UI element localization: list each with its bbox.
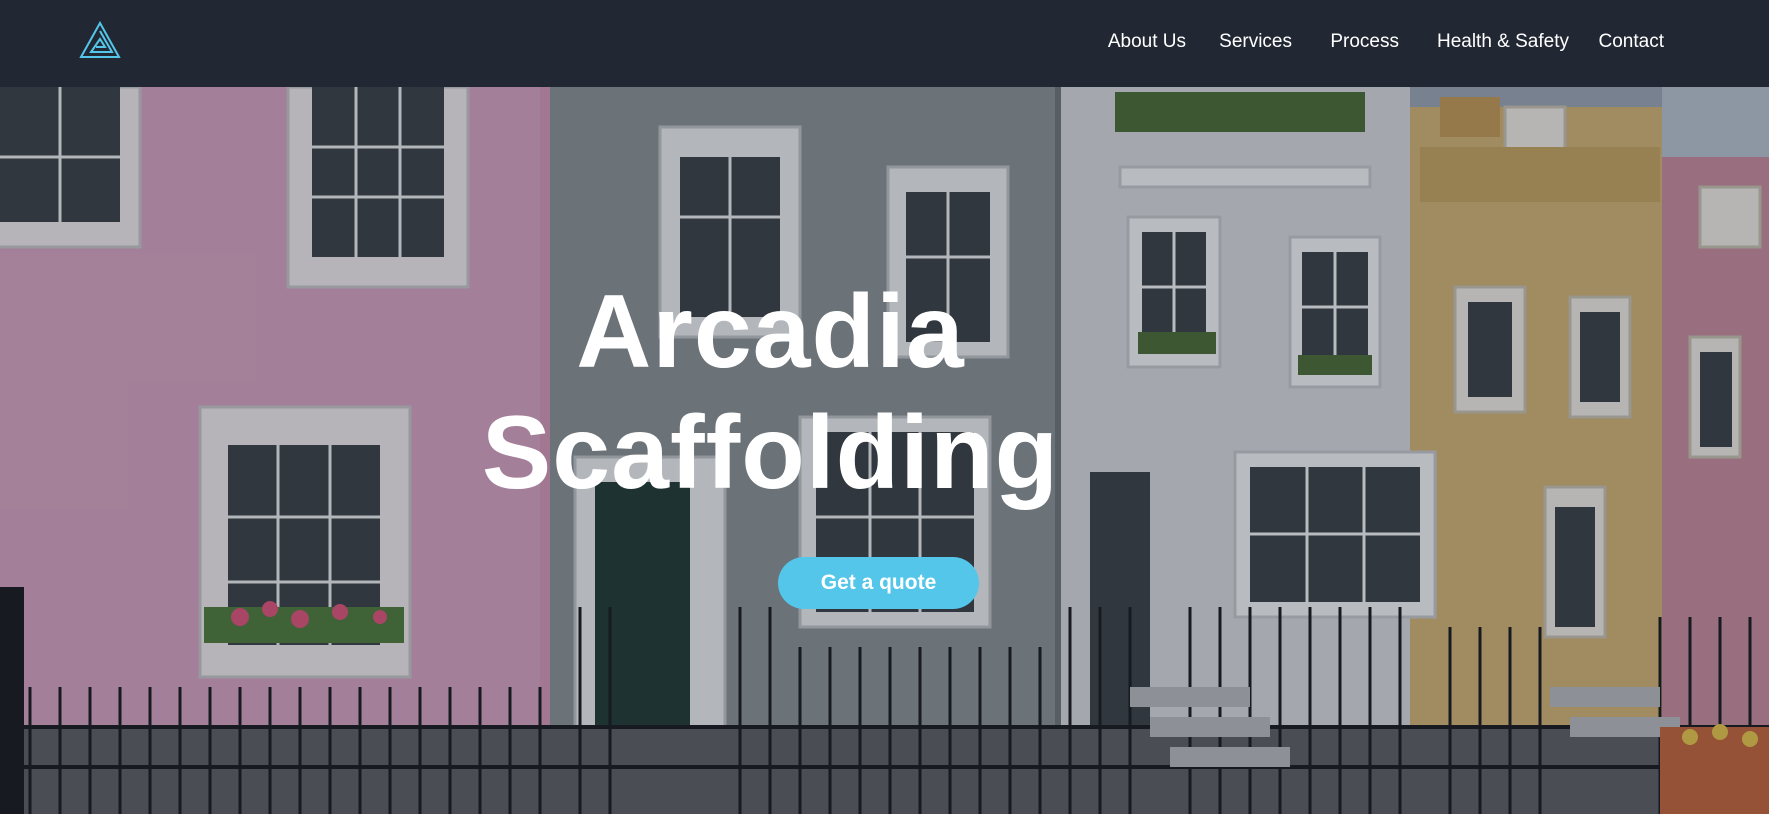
nav-link-process[interactable]: Process <box>1330 30 1399 54</box>
nav-link-services[interactable]: Services <box>1219 30 1292 54</box>
nav-link-about-us[interactable]: About Us <box>1108 30 1186 54</box>
hero-title-line-2: Scaffolding <box>481 395 1060 511</box>
hero-section: Arcadia Scaffolding Get a quote <box>0 87 1769 814</box>
top-navbar: About Us Services Process Health & Safet… <box>0 0 1769 87</box>
nav-link-health-safety[interactable]: Health & Safety <box>1437 30 1569 54</box>
page: About Us Services Process Health & Safet… <box>0 0 1769 814</box>
triangle-logo-icon[interactable] <box>79 20 121 59</box>
hero-title-line-1: Arcadia <box>576 274 965 390</box>
get-a-quote-button[interactable]: Get a quote <box>778 557 979 609</box>
nav-link-contact[interactable]: Contact <box>1599 30 1664 54</box>
